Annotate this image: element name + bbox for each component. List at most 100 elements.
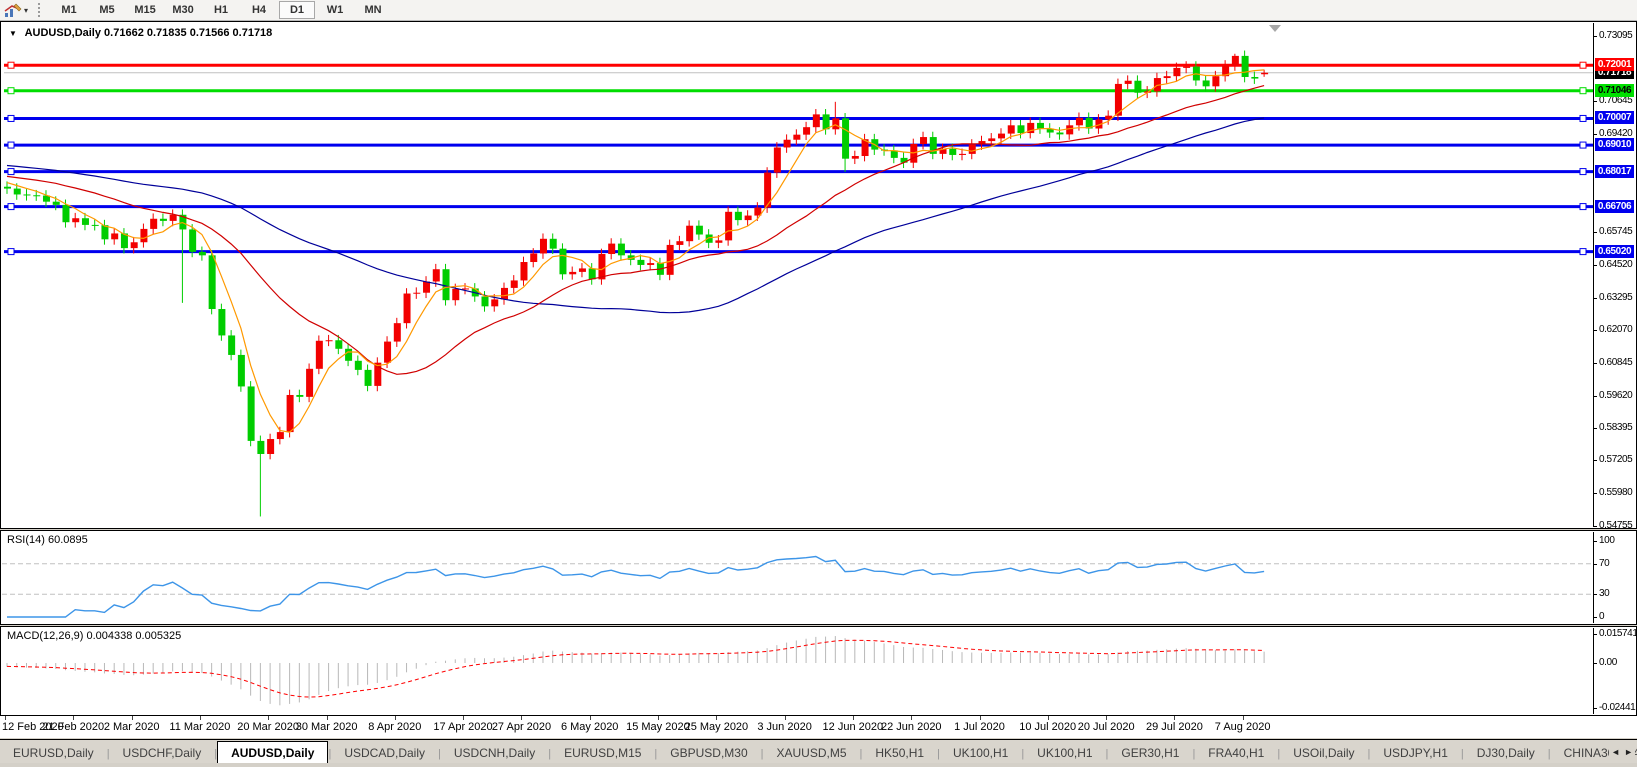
rsi-tick-label: 70 (1599, 558, 1609, 569)
moving-average-line (7, 118, 1264, 313)
price-tick-mark (1594, 363, 1597, 364)
price-tick-mark (1594, 460, 1597, 461)
tab-scroll-arrows: ◄ ► (1609, 740, 1635, 764)
timeframe-button-H4[interactable]: H4 (241, 1, 277, 19)
timeframe-button-W1[interactable]: W1 (317, 1, 353, 19)
date-tick-label: 2 Mar 2020 (104, 721, 160, 733)
price-tick-label: 0.62070 (1599, 324, 1632, 335)
macd-axis[interactable]: 0.0157410.00-0.02441 (1593, 628, 1635, 714)
tab-scroll-left-icon[interactable]: ◄ (1611, 747, 1620, 757)
chart-tab-usdcnh-daily[interactable]: USDCNH,Daily (441, 743, 548, 764)
date-tick-label: 12 Jun 2020 (823, 721, 884, 733)
price-tick-mark (1594, 134, 1597, 135)
chart-objects-icon[interactable] (4, 3, 22, 18)
price-tick-mark (1594, 265, 1597, 266)
date-tick-mark (785, 716, 786, 720)
chart-tab-uk100-h1[interactable]: UK100,H1 (1024, 743, 1105, 764)
date-tick-mark (1243, 716, 1244, 720)
horizontal-level-line[interactable] (4, 62, 1593, 68)
date-tick-label: 29 Jul 2020 (1146, 721, 1203, 733)
price-axis[interactable]: 0.730950.706450.694200.657450.645200.632… (1593, 23, 1635, 527)
timeframe-button-D1[interactable]: D1 (279, 1, 315, 19)
chart-tab-usoil-daily[interactable]: USOil,Daily (1280, 743, 1367, 764)
date-tick-mark (73, 716, 74, 720)
chart-tab-audusd-daily[interactable]: AUDUSD,Daily (217, 741, 328, 764)
date-tick-label: 10 Jul 2020 (1019, 721, 1076, 733)
date-tick-mark (268, 716, 269, 720)
rsi-tick-mark (1594, 617, 1597, 618)
timeframe-button-MN[interactable]: MN (355, 1, 391, 19)
chart-shift-marker-icon[interactable] (1269, 25, 1281, 32)
timeframe-button-H1[interactable]: H1 (203, 1, 239, 19)
rsi-axis[interactable]: 10070300 (1593, 532, 1635, 623)
price-tick-label: 0.73095 (1599, 30, 1632, 41)
horizontal-level-line[interactable] (4, 169, 1593, 175)
timeframe-button-M30[interactable]: M30 (165, 1, 201, 19)
macd-tick-mark (1594, 634, 1597, 635)
chart-tab-ger30-h1[interactable]: GER30,H1 (1108, 743, 1192, 764)
timeframe-button-M15[interactable]: M15 (127, 1, 163, 19)
date-tick-mark (1048, 716, 1049, 720)
chart-tab-usdjpy-h1[interactable]: USDJPY,H1 (1370, 743, 1460, 764)
price-tick-label: 0.65745 (1599, 226, 1632, 237)
date-tick-mark (200, 716, 201, 720)
date-tick-mark (1106, 716, 1107, 720)
macd-tick-mark (1594, 663, 1597, 664)
price-tick-mark (1594, 232, 1597, 233)
rsi-tick-label: 100 (1599, 535, 1615, 546)
chart-title-close: 0.71718 (233, 27, 273, 39)
chart-tab-hk50-h1[interactable]: HK50,H1 (862, 743, 937, 764)
price-tick-label: 0.60845 (1599, 357, 1632, 368)
chart-tab-usdchf-daily[interactable]: USDCHF,Daily (110, 743, 215, 764)
tab-scroll-right-icon[interactable]: ► (1624, 747, 1633, 757)
timeframe-button-M1[interactable]: M1 (51, 1, 87, 19)
chart-tab-bar: EURUSD,Daily|USDCHF,Daily|AUDUSD,Daily|U… (0, 739, 1637, 764)
date-tick-label: 25 May 2020 (685, 721, 749, 733)
chart-tab-fra40-h1[interactable]: FRA40,H1 (1195, 743, 1277, 764)
chart-tab-gbpusd-m30[interactable]: GBPUSD,M30 (657, 743, 760, 764)
level-price-chip: 0.66706 (1595, 200, 1634, 213)
chart-tab-uk100-h1[interactable]: UK100,H1 (940, 743, 1021, 764)
chart-tab-eurusd-m15[interactable]: EURUSD,M15 (551, 743, 654, 764)
toolbar-grip[interactable] (38, 3, 40, 17)
candlestick-canvas[interactable] (2, 23, 1595, 527)
date-tick-mark (463, 716, 464, 720)
horizontal-level-line[interactable] (4, 115, 1593, 121)
macd-histogram (7, 636, 1264, 705)
date-tick-mark (5, 716, 6, 720)
rsi-line (7, 557, 1264, 618)
chevron-down-icon[interactable]: ▾ (24, 6, 28, 15)
chart-title-symbol: AUDUSD,Daily (25, 27, 101, 39)
rsi-pane[interactable]: RSI(14) 60.0895 10070300 (0, 530, 1637, 625)
macd-pane[interactable]: MACD(12,26,9) 0.004338 0.005325 0.015741… (0, 626, 1637, 716)
chart-tab-dj30-daily[interactable]: DJ30,Daily (1464, 743, 1548, 764)
horizontal-level-line[interactable] (4, 249, 1593, 255)
level-price-chip: 0.65020 (1595, 245, 1634, 258)
price-tick-label: 0.58395 (1599, 422, 1632, 433)
horizontal-level-line[interactable] (4, 88, 1593, 94)
macd-tick-mark (1594, 708, 1597, 709)
level-price-chip: 0.69010 (1595, 138, 1634, 151)
timeframe-button-M5[interactable]: M5 (89, 1, 125, 19)
price-tick-mark (1594, 298, 1597, 299)
date-tick-label: 20 Mar 2020 (237, 721, 299, 733)
toolbar: ▾ M1M5M15M30H1H4D1W1MN (0, 0, 1637, 21)
rsi-canvas[interactable] (2, 532, 1595, 623)
time-axis[interactable]: 12 Feb 202021 Feb 20202 Mar 202011 Mar 2… (0, 716, 1637, 738)
main-chart-pane[interactable]: ▼ AUDUSD,Daily 0.71662 0.71835 0.71566 0… (0, 21, 1637, 529)
horizontal-level-line[interactable] (4, 142, 1593, 148)
macd-canvas[interactable] (2, 628, 1595, 714)
level-price-chip: 0.71046 (1595, 84, 1634, 97)
chart-tab-eurusd-daily[interactable]: EURUSD,Daily (0, 743, 107, 764)
collapse-triangle-icon[interactable]: ▼ (9, 29, 17, 38)
chart-tab-usdcad-daily[interactable]: USDCAD,Daily (331, 743, 438, 764)
chart-title-high: 0.71835 (147, 27, 187, 39)
price-tick-mark (1594, 428, 1597, 429)
chart-tab-xauusd-m5[interactable]: XAUUSD,M5 (764, 743, 860, 764)
date-tick-mark (980, 716, 981, 720)
date-tick-label: 17 Apr 2020 (433, 721, 492, 733)
rsi-tick-mark (1594, 594, 1597, 595)
level-price-chip: 0.72001 (1595, 58, 1634, 71)
price-tick-mark (1594, 526, 1597, 527)
date-tick-mark (590, 716, 591, 720)
